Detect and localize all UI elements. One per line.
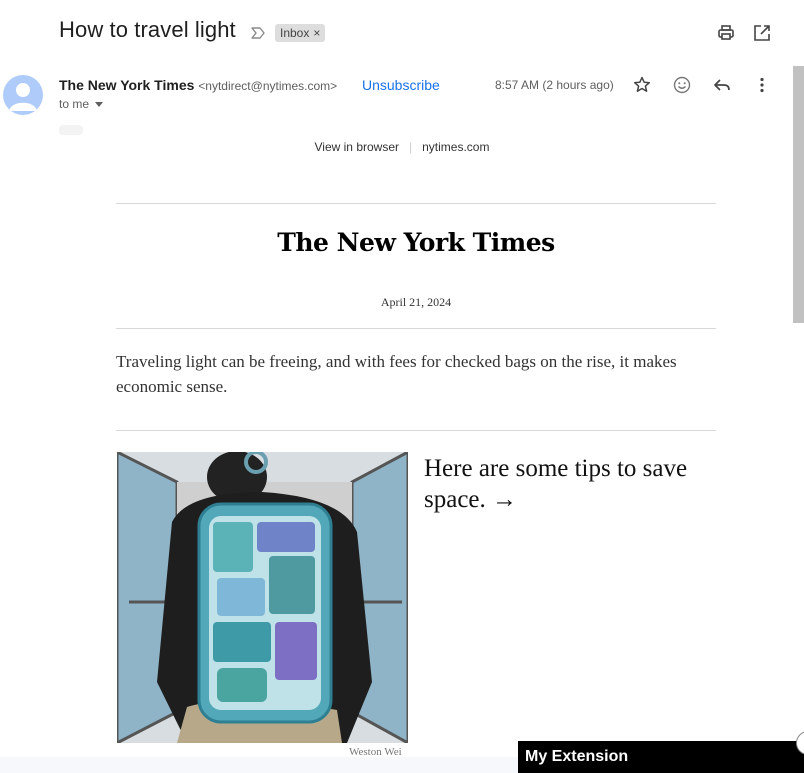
extension-title: My Extension xyxy=(525,748,629,765)
intro-paragraph: Traveling light can be freeing, and with… xyxy=(116,352,677,396)
nyt-masthead-logo[interactable]: The New York Times xyxy=(116,228,716,257)
sender-name[interactable]: The New York Times xyxy=(59,77,194,93)
article-headline-link[interactable]: Here are some tips to save space. → xyxy=(424,453,724,515)
label-name: Inbox xyxy=(280,26,310,40)
sender-avatar[interactable] xyxy=(3,75,43,115)
divider xyxy=(116,328,716,329)
view-in-browser-link[interactable]: View in browser xyxy=(315,140,399,154)
bottom-toolbar-strip xyxy=(0,757,518,773)
divider xyxy=(116,203,716,204)
scrollbar-thumb[interactable] xyxy=(793,66,804,323)
sender-email: <nytdirect@nytimes.com> xyxy=(198,79,338,93)
inbox-label-chip[interactable]: Inbox × xyxy=(275,24,326,42)
traveler-backpack-illustration xyxy=(117,452,408,743)
extension-panel[interactable]: My Extension xyxy=(518,741,804,773)
remove-label-icon[interactable]: × xyxy=(313,26,320,40)
recipient-label: to me xyxy=(59,97,90,111)
newsletter-top-links: View in browser | nytimes.com xyxy=(0,140,804,154)
chevron-down-icon xyxy=(95,102,104,108)
sender-info: The New York Times <nytdirect@nytimes.co… xyxy=(59,77,337,93)
star-icon[interactable] xyxy=(632,75,652,95)
email-subject: How to travel light xyxy=(59,17,236,42)
print-icon[interactable] xyxy=(716,23,736,43)
reply-icon[interactable] xyxy=(712,75,732,95)
unsubscribe-link[interactable]: Unsubscribe xyxy=(362,77,440,93)
link-separator: | xyxy=(409,140,413,154)
person-icon xyxy=(9,83,37,111)
divider xyxy=(116,430,716,431)
more-vertical-icon[interactable] xyxy=(752,75,772,95)
emoji-reaction-icon[interactable] xyxy=(672,75,692,95)
newsletter-date: April 21, 2024 xyxy=(380,295,452,309)
importance-marker-icon[interactable] xyxy=(250,25,266,41)
hidden-content-placeholder xyxy=(59,125,83,135)
email-timestamp: 8:57 AM (2 hours ago) xyxy=(495,78,614,92)
nytimes-link[interactable]: nytimes.com xyxy=(422,140,489,154)
recipient-details-toggle[interactable]: to me xyxy=(59,97,104,111)
article-illustration[interactable] xyxy=(117,452,408,743)
open-in-new-window-icon[interactable] xyxy=(752,23,772,43)
subject-row: How to travel light Inbox × xyxy=(0,0,804,66)
